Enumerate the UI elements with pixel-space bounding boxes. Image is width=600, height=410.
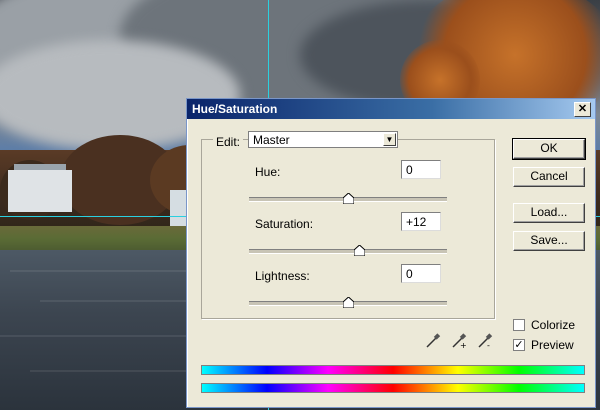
load-button[interactable]: Load... [513, 203, 585, 223]
hue-saturation-dialog: Hue/Saturation ✕ Edit: Master ▼ Hue: 0 S… [186, 98, 596, 408]
svg-text:-: - [487, 341, 490, 349]
lightness-label: Lightness: [255, 269, 310, 283]
cancel-button[interactable]: Cancel [513, 167, 585, 187]
dialog-titlebar[interactable]: Hue/Saturation ✕ [187, 99, 595, 119]
saturation-slider-track[interactable] [249, 249, 447, 254]
colorize-label: Colorize [531, 318, 576, 332]
eyedropper-minus-icon[interactable]: - [477, 333, 493, 349]
eyedropper-icon[interactable] [425, 333, 441, 349]
close-button[interactable]: ✕ [574, 102, 591, 117]
hue-slider-thumb[interactable] [342, 193, 354, 204]
chevron-down-icon[interactable]: ▼ [383, 133, 396, 146]
lightness-slider-thumb[interactable] [342, 297, 354, 308]
saturation-input[interactable]: +12 [401, 212, 441, 231]
lightness-input[interactable]: 0 [401, 264, 441, 283]
edit-channel-select[interactable]: Master ▼ [248, 131, 398, 148]
save-button[interactable]: Save... [513, 231, 585, 251]
hue-label: Hue: [255, 165, 281, 179]
saturation-label: Saturation: [255, 217, 314, 231]
edit-label: Edit: [213, 135, 244, 149]
input-spectrum-bar [201, 365, 585, 375]
preview-checkbox[interactable]: ✓ [513, 339, 525, 351]
palace-building [8, 170, 72, 212]
hue-input[interactable]: 0 [401, 160, 441, 179]
ok-button[interactable]: OK [512, 138, 586, 160]
output-spectrum-bar [201, 383, 585, 393]
preview-label: Preview [531, 338, 574, 352]
colorize-checkbox[interactable] [513, 319, 525, 331]
edit-group-box [201, 139, 495, 319]
close-icon: ✕ [577, 103, 588, 115]
saturation-slider-thumb[interactable] [354, 245, 366, 256]
ripple [10, 270, 210, 272]
edit-channel-value: Master [253, 133, 290, 147]
svg-text:+: + [460, 341, 467, 349]
ripple [0, 335, 200, 337]
eyedropper-plus-icon[interactable]: + [451, 333, 467, 349]
dialog-title: Hue/Saturation [192, 102, 278, 116]
